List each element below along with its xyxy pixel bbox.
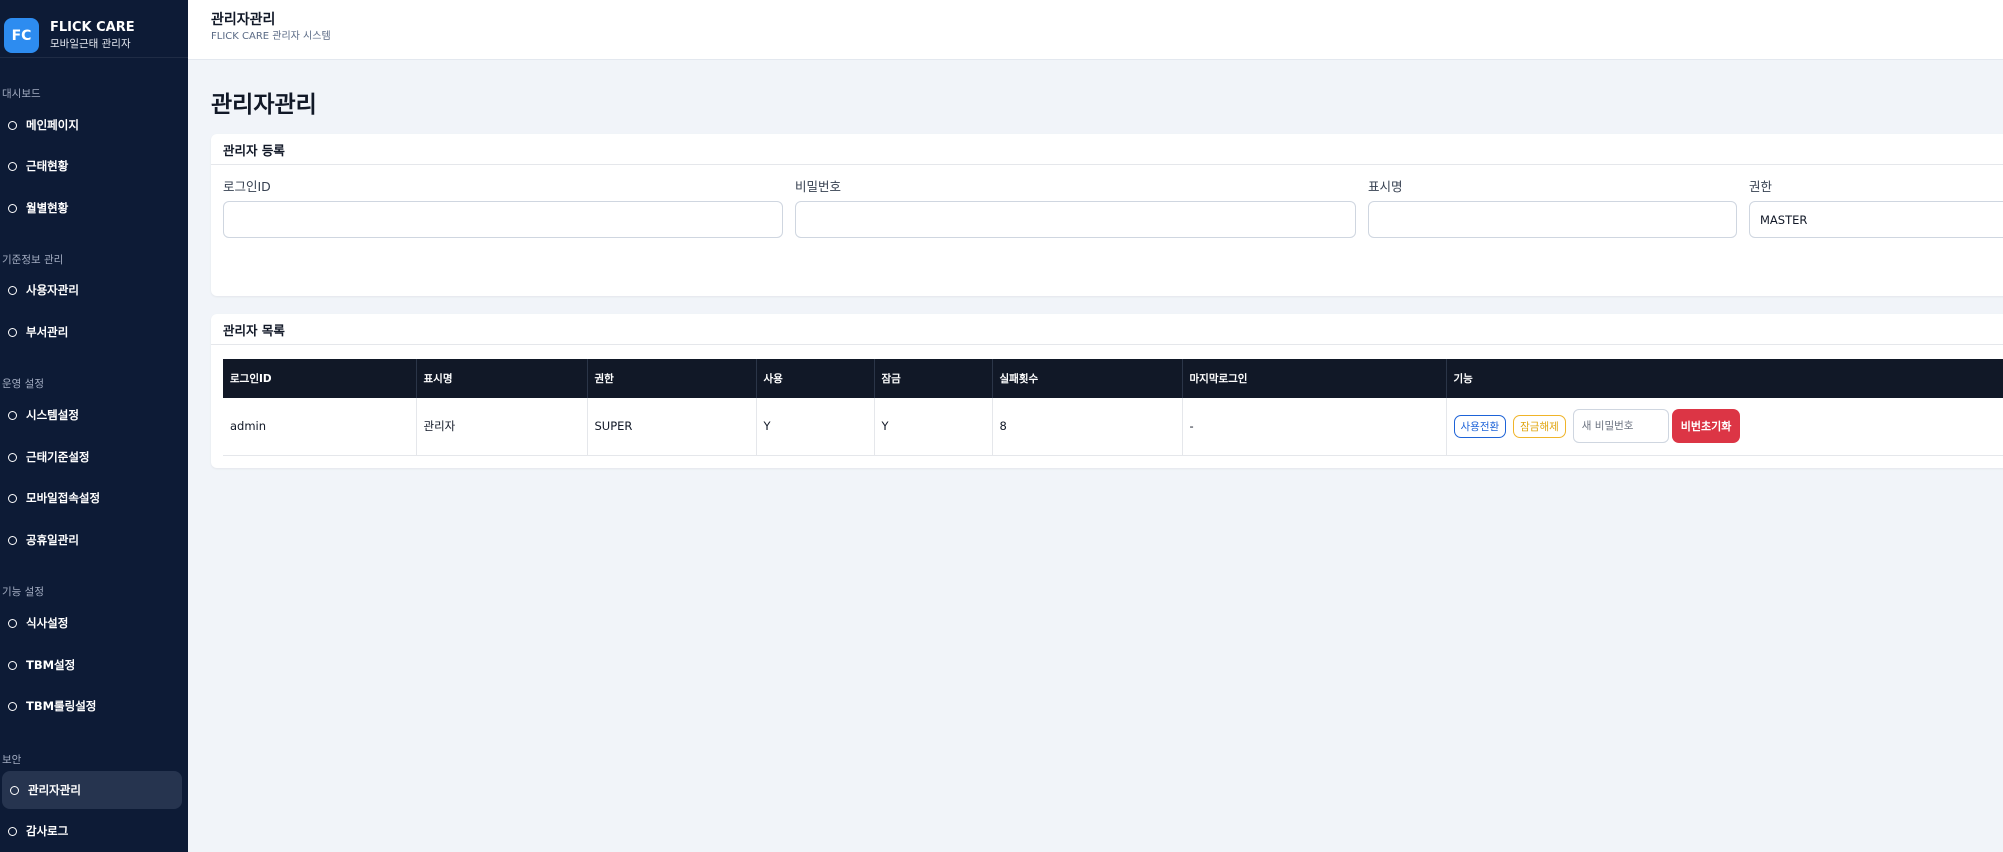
circle-icon (8, 327, 17, 337)
cell-lock: Y (874, 398, 993, 456)
password-input[interactable] (795, 201, 1356, 238)
sidebar-item-audit-log[interactable]: 감사로그 (0, 812, 180, 850)
circle-icon (8, 535, 17, 545)
sidebar-item-main-page[interactable]: 메인페이지 (0, 106, 180, 144)
login-id-input[interactable] (223, 201, 783, 238)
reset-password-button[interactable]: 비번초기화 (1671, 409, 1741, 444)
section-dashboard: 대시보드 (2, 88, 41, 100)
column-header: 기능 (1446, 359, 2003, 398)
column-header: 잠금 (874, 359, 993, 398)
section-master-data: 기준정보 관리 (2, 254, 64, 266)
column-header: 실패횟수 (992, 359, 1183, 398)
unlock-button[interactable]: 잠금해제 (1513, 414, 1566, 438)
cell-display-name: 관리자 (416, 398, 588, 456)
circle-icon (8, 410, 17, 420)
column-header: 로그인ID (223, 359, 417, 398)
section-operation-settings: 운영 설정 (2, 378, 44, 390)
sidebar-item-meal-settings[interactable]: 식사설정 (0, 604, 180, 642)
sidebar-item-attendance-status[interactable]: 근태현황 (0, 147, 180, 185)
role-label: 권한 (1749, 179, 1773, 194)
sidebar-item-attendance-criteria[interactable]: 근태기준설정 (0, 438, 180, 476)
admin-list-header: 관리자 목록 (211, 314, 2003, 345)
circle-icon (8, 285, 17, 295)
brand-title: FLICK CARE (50, 20, 135, 35)
topbar-subtitle: FLICK CARE 관리자 시스템 (211, 31, 331, 42)
sidebar-item-department-management[interactable]: 부서관리 (0, 313, 180, 351)
sidebar-item-tbm-ruling-settings[interactable]: TBM룰링설정 (0, 687, 180, 725)
column-header: 마지막로그인 (1182, 359, 1447, 398)
cell-role: SUPER (587, 398, 757, 456)
circle-icon (8, 161, 17, 171)
topbar-title: 관리자관리 (211, 12, 276, 28)
circle-icon (8, 493, 17, 503)
circle-icon (8, 826, 17, 836)
sidebar-item-user-management[interactable]: 사용자관리 (0, 271, 180, 309)
display-name-input[interactable] (1368, 201, 1737, 238)
sidebar-item-system-settings[interactable]: 시스템설정 (0, 396, 180, 434)
cell-fail-count: 8 (992, 398, 1183, 456)
sidebar: FC FLICK CARE 모바일근태 관리자 대시보드 메인페이지 근태현황 … (0, 0, 188, 852)
display-name-field-group: 표시명 (1368, 176, 1737, 238)
topbar: 관리자관리 FLICK CARE 관리자 시스템 (188, 0, 2003, 60)
sidebar-item-holiday-management[interactable]: 공휴일관리 (0, 521, 180, 559)
table-header-row: 로그인ID 표시명 권한 사용 잠금 실패횟수 마지막로그인 기능 (223, 359, 2003, 398)
brand-subtitle: 모바일근태 관리자 (50, 38, 131, 50)
sidebar-item-monthly-status[interactable]: 월별현황 (0, 189, 180, 227)
circle-icon (8, 203, 17, 213)
display-name-label: 표시명 (1368, 179, 1403, 194)
password-field-group: 비밀번호 (795, 176, 1356, 238)
role-field-group: 권한 MASTER (1749, 176, 2003, 238)
cell-last-login: - (1182, 398, 1447, 456)
new-password-input[interactable] (1572, 409, 1669, 444)
admin-register-header: 관리자 등록 (211, 134, 2003, 165)
admin-table: 로그인ID 표시명 권한 사용 잠금 실패횟수 마지막로그인 기능 admin … (223, 359, 2003, 456)
circle-icon (8, 618, 17, 628)
cell-login-id: admin (223, 398, 417, 456)
table-row: admin 관리자 SUPER Y Y 8 - 사용전환 잠금해제 비번초기화 (223, 398, 2003, 456)
admin-list-card: 관리자 목록 로그인ID 표시명 권한 사용 잠금 실패횟수 마지막로그인 기능… (211, 314, 2003, 468)
password-label: 비밀번호 (795, 179, 842, 194)
brand[interactable]: FC FLICK CARE 모바일근태 관리자 (0, 0, 188, 58)
circle-icon (8, 701, 17, 711)
circle-icon (8, 120, 17, 130)
admin-register-card: 관리자 등록 로그인ID 비밀번호 표시명 권한 MASTER (211, 134, 2003, 296)
login-id-field-group: 로그인ID (223, 176, 783, 238)
column-header: 권한 (587, 359, 757, 398)
sidebar-item-admin-management[interactable]: 관리자관리 (2, 771, 182, 809)
circle-icon (8, 660, 17, 670)
role-select[interactable]: MASTER (1749, 201, 2003, 238)
login-id-label: 로그인ID (223, 179, 271, 194)
column-header: 표시명 (416, 359, 588, 398)
column-header: 사용 (756, 359, 875, 398)
page-title: 관리자관리 (211, 92, 317, 118)
cell-actions: 사용전환 잠금해제 비번초기화 (1446, 398, 2003, 456)
section-security: 보안 (2, 754, 22, 766)
sidebar-item-mobile-access[interactable]: 모바일접속설정 (0, 479, 180, 517)
section-feature-settings: 기능 설정 (2, 586, 44, 598)
cell-use: Y (756, 398, 875, 456)
sidebar-item-tbm-settings[interactable]: TBM설정 (0, 646, 180, 684)
brand-logo: FC (4, 18, 39, 53)
circle-icon (10, 785, 19, 795)
toggle-use-button[interactable]: 사용전환 (1453, 414, 1507, 438)
circle-icon (8, 452, 17, 462)
